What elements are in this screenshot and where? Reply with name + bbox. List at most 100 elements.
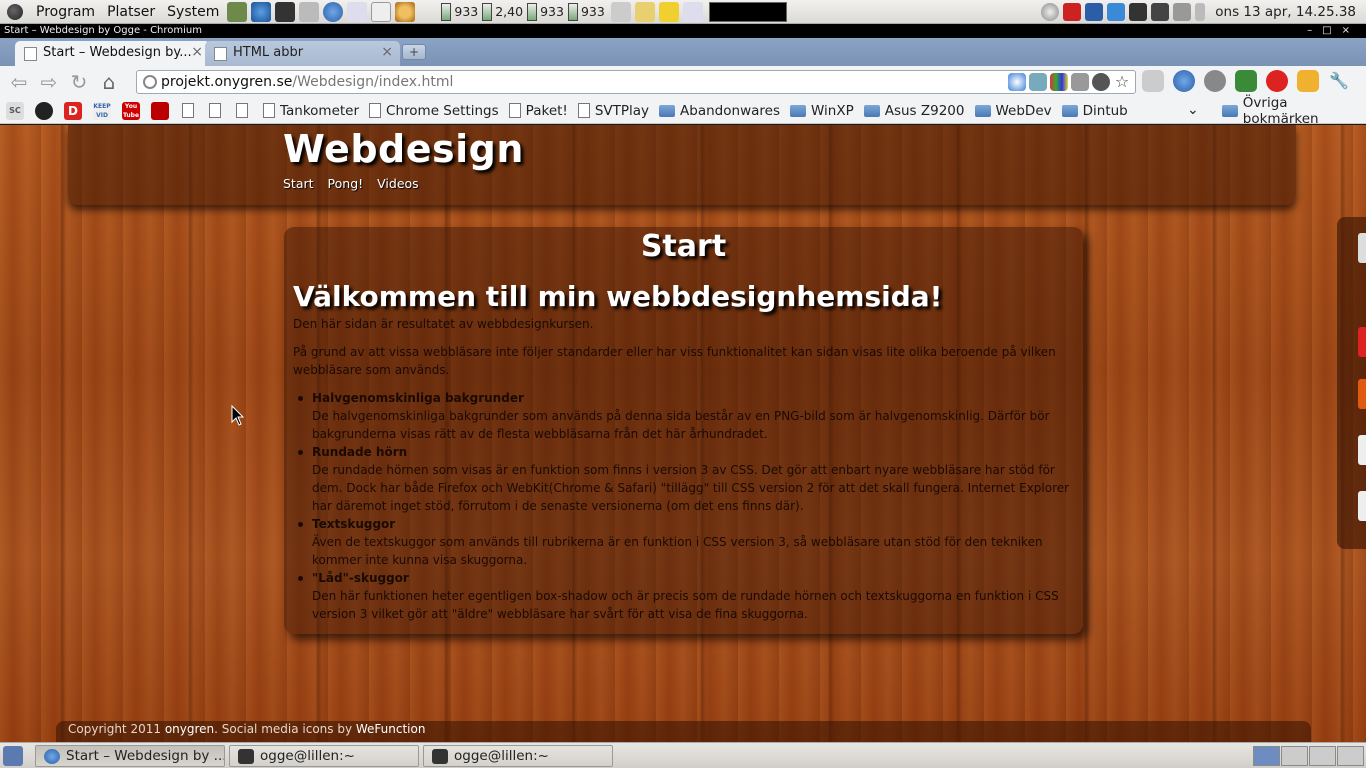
- nav-link-videos[interactable]: Videos: [377, 176, 419, 191]
- battery-icon[interactable]: [1195, 2, 1206, 21]
- chromium-launcher-icon[interactable]: [323, 1, 344, 22]
- workspace-3[interactable]: [1309, 746, 1336, 766]
- gnome-foot-icon[interactable]: [4, 1, 26, 23]
- sc-icon[interactable]: SC: [6, 101, 24, 120]
- lightbulb-icon[interactable]: [634, 1, 655, 22]
- workspace-2[interactable]: [1281, 746, 1308, 766]
- page-icon[interactable]: [209, 103, 221, 118]
- address-bar[interactable]: projekt.onygren.se/Webdesign/index.html …: [136, 70, 1136, 94]
- new-tab-button[interactable]: +: [402, 44, 426, 60]
- opera-icon[interactable]: [35, 101, 53, 120]
- cpu-monitor-3: 933: [527, 2, 564, 21]
- notes-ext-icon[interactable]: [1297, 70, 1319, 92]
- other-bookmarks[interactable]: Övriga bokmärken: [1220, 95, 1366, 127]
- window-controls[interactable]: –□×: [1307, 24, 1360, 38]
- search-icon[interactable]: [395, 1, 416, 22]
- d-icon[interactable]: D: [64, 101, 82, 120]
- notes-icon[interactable]: [347, 1, 368, 22]
- calculator-ext-icon[interactable]: [1142, 70, 1164, 92]
- home-icon[interactable]: ⌂: [94, 68, 124, 96]
- author-link[interactable]: onygren: [165, 722, 214, 736]
- wrench-icon[interactable]: 🔧: [1328, 70, 1350, 92]
- workspace-1[interactable]: [1253, 746, 1280, 766]
- feature-desc: Även de textskuggor som används till rub…: [312, 535, 1043, 567]
- vpn-icon[interactable]: [1063, 2, 1082, 21]
- extension-circle-icon[interactable]: [1008, 73, 1026, 91]
- network-manager-icon[interactable]: [1107, 2, 1126, 21]
- nav-link-pong[interactable]: Pong!: [328, 176, 364, 191]
- network-icon[interactable]: [299, 1, 320, 22]
- close-tab-icon[interactable]: ×: [191, 44, 203, 60]
- moon-icon[interactable]: [1029, 73, 1047, 91]
- url-path: /Webdesign/index.html: [292, 74, 454, 90]
- bulb-icon[interactable]: [1092, 73, 1110, 91]
- pencil-icon[interactable]: [658, 1, 679, 22]
- display-icon[interactable]: [1129, 2, 1148, 21]
- forward-arrow-icon[interactable]: ⇨: [34, 68, 64, 96]
- bookmark-folder-abandonwares[interactable]: Abandonwares: [649, 103, 780, 119]
- back-arrow-icon[interactable]: ⇦: [4, 68, 34, 96]
- monitor-icon[interactable]: [1151, 2, 1170, 21]
- clock-applet-icon[interactable]: [1041, 2, 1060, 21]
- drive-icon[interactable]: [610, 1, 631, 22]
- bookmark-folder-asus[interactable]: Asus Z9200: [854, 103, 965, 119]
- chromium-ext-icon[interactable]: [1173, 70, 1195, 92]
- chevron-down-icon[interactable]: ⌄: [1187, 102, 1199, 118]
- page-icon: [263, 103, 275, 118]
- bookmark-folder-dintub[interactable]: Dintub: [1052, 103, 1128, 119]
- social-icon[interactable]: [1358, 435, 1366, 465]
- bookmark-folder-webdev[interactable]: WebDev: [965, 103, 1052, 119]
- extension-icons: 🔧: [1142, 70, 1359, 92]
- cpu-monitor-1: 933: [441, 2, 478, 21]
- globe-icon[interactable]: [251, 1, 272, 22]
- evernote-ext-icon[interactable]: [1235, 70, 1257, 92]
- bookmark-star-icon[interactable]: ☆: [1113, 73, 1131, 91]
- volume-icon[interactable]: [1173, 2, 1192, 21]
- grid-icon[interactable]: [1050, 73, 1068, 91]
- screenshot-icon[interactable]: [682, 1, 703, 22]
- youtube-icon[interactable]: You Tube: [122, 101, 140, 120]
- keepvid-icon[interactable]: KEEP VID: [93, 101, 111, 120]
- close-tab-icon[interactable]: ×: [381, 44, 393, 60]
- bluetooth-icon[interactable]: [1085, 2, 1104, 21]
- page-icon[interactable]: [236, 103, 248, 118]
- taskbar-item-chromium[interactable]: Start – Webdesign by ...: [35, 744, 225, 767]
- bookmark-tankometer[interactable]: Tankometer: [253, 103, 359, 119]
- calculator-icon[interactable]: [227, 1, 248, 22]
- document-icon[interactable]: [371, 1, 392, 22]
- adblock-ext-icon[interactable]: [1266, 70, 1288, 92]
- folder-icon: [659, 104, 676, 117]
- credit-text: Social media icons by: [221, 722, 353, 736]
- system-load-graph: [708, 1, 787, 22]
- clock[interactable]: ons 13 apr, 14.25.38: [1207, 4, 1366, 20]
- social-icon[interactable]: [1358, 491, 1366, 521]
- wefunction-link[interactable]: WeFunction: [356, 722, 426, 736]
- bookmark-folder-winxp[interactable]: WinXP: [780, 103, 854, 119]
- social-icon[interactable]: [1358, 233, 1366, 263]
- social-icon[interactable]: [1358, 327, 1366, 357]
- menu-program[interactable]: Program: [30, 0, 101, 24]
- nav-link-start[interactable]: Start: [283, 176, 314, 191]
- bookmark-chrome-settings[interactable]: Chrome Settings: [359, 103, 499, 119]
- page-favicon-icon: [24, 47, 37, 61]
- taskbar-item-terminal-2[interactable]: ogge@lillen:~: [423, 744, 613, 767]
- menu-platser[interactable]: Platser: [101, 0, 161, 24]
- social-icon[interactable]: [1358, 379, 1366, 409]
- page-icon[interactable]: [182, 103, 194, 118]
- tab-start-webdesign[interactable]: Start – Webdesign by... ×: [15, 41, 210, 66]
- workspace-4[interactable]: [1337, 746, 1364, 766]
- system-tray: ons 13 apr, 14.25.38: [1039, 2, 1366, 21]
- tab-html-abbr[interactable]: HTML abbr ×: [205, 41, 400, 66]
- terminal-icon[interactable]: [275, 1, 296, 22]
- browser-note-text: På grund av att vissa webbläsare inte fö…: [293, 345, 1056, 377]
- bookmark-svtplay[interactable]: SVTPlay: [568, 103, 649, 119]
- taskbar-item-terminal-1[interactable]: ogge@lillen:~: [229, 744, 419, 767]
- reload-icon[interactable]: ↻: [64, 68, 94, 96]
- gear-ext-icon[interactable]: [1204, 70, 1226, 92]
- show-desktop-icon[interactable]: [3, 745, 23, 766]
- bookmark-paket[interactable]: Paket!: [499, 103, 568, 119]
- rss-icon[interactable]: [1071, 73, 1089, 91]
- site-info-icon[interactable]: [143, 75, 157, 89]
- menu-system[interactable]: System: [161, 0, 225, 24]
- shield-icon[interactable]: [151, 101, 169, 120]
